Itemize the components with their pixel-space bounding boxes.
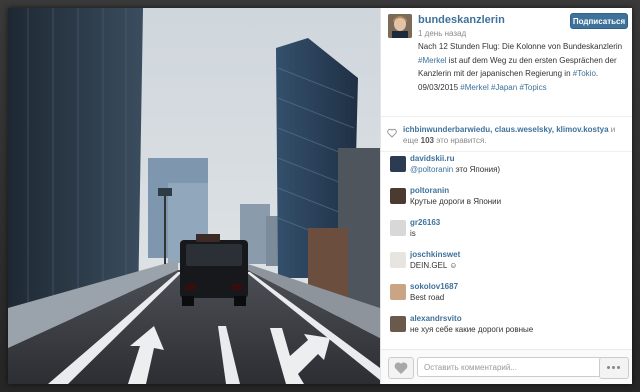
comment-body: не хуя себе какие дороги ровные bbox=[410, 325, 534, 334]
comment-body: DEIN.GEL ☺ bbox=[410, 261, 458, 270]
likes-section: ichbinwunderbarwiedu, claus.weselsky, kl… bbox=[381, 116, 632, 152]
like-button[interactable] bbox=[388, 357, 414, 379]
comment-item: gr26163 is bbox=[381, 217, 632, 251]
ellipsis-icon bbox=[607, 366, 610, 369]
commenter-avatar[interactable] bbox=[390, 252, 406, 268]
hashtag-link[interactable]: #Merkel bbox=[418, 56, 446, 65]
more-options-button[interactable] bbox=[599, 357, 629, 379]
comment-text: Крутые дороги в Японии bbox=[410, 197, 501, 206]
comment-item: sokolov1687 Best road bbox=[381, 281, 632, 315]
follow-button[interactable]: Подписаться bbox=[570, 13, 628, 29]
post-photo bbox=[8, 8, 380, 384]
commenter-avatar[interactable] bbox=[390, 156, 406, 172]
comment-body: is bbox=[410, 229, 416, 238]
comment-body: это Япония) bbox=[453, 165, 501, 174]
post-header: bundeskanzlerin 1 день назад Подписаться… bbox=[381, 8, 632, 112]
commenter-avatar[interactable] bbox=[390, 316, 406, 332]
post-details-panel: bundeskanzlerin 1 день назад Подписаться… bbox=[380, 8, 632, 384]
comment-item: joschkinswet DEIN.GEL ☺ bbox=[381, 249, 632, 283]
commenter-username[interactable]: alexandrsvito bbox=[410, 314, 462, 323]
author-avatar-image bbox=[388, 14, 412, 38]
commenter-username[interactable]: davidskii.ru bbox=[410, 154, 454, 163]
comment-item: alexandrsvito не хуя себе какие дороги ро… bbox=[381, 313, 632, 347]
commenter-avatar[interactable] bbox=[390, 188, 406, 204]
comment-text: is bbox=[410, 229, 416, 238]
hashtag-link[interactable]: #Merkel bbox=[460, 83, 488, 92]
comment-text: не хуя себе какие дороги ровные bbox=[410, 325, 533, 334]
hashtag-link[interactable]: #Japan bbox=[491, 83, 517, 92]
commenter-avatar[interactable] bbox=[390, 220, 406, 236]
likes-count[interactable]: 103 bbox=[421, 136, 434, 145]
post-modal: bundeskanzlerin 1 день назад Подписаться… bbox=[8, 8, 632, 384]
ellipsis-icon bbox=[617, 366, 620, 369]
commenter-username[interactable]: joschkinswet bbox=[410, 250, 460, 259]
comment-body: Крутые дороги в Японии bbox=[410, 197, 502, 206]
post-footer bbox=[381, 349, 632, 384]
comment-text: DEIN.GEL ☺ bbox=[410, 261, 457, 270]
author-avatar[interactable] bbox=[388, 14, 412, 38]
likes-prefix: и bbox=[608, 125, 616, 134]
comment-text: Best road bbox=[410, 293, 444, 302]
comment-text: @poltoranin это Япония) bbox=[410, 165, 500, 174]
likes-text: ichbinwunderbarwiedu, claus.weselsky, kl… bbox=[403, 124, 629, 146]
likes-suffix: это нравится. bbox=[433, 136, 487, 145]
likes-users[interactable]: ichbinwunderbarwiedu, claus.weselsky, kl… bbox=[403, 125, 609, 134]
comment-item: davidskii.ru @poltoranin это Япония) bbox=[381, 153, 632, 187]
likes-more: еще bbox=[403, 136, 421, 145]
caption-text: Nach 12 Stunden Flug: Die Kolonne von Bu… bbox=[418, 42, 623, 51]
comment-mention-link[interactable]: @poltoranin bbox=[410, 165, 453, 174]
hashtag-link[interactable]: #Tokio bbox=[573, 69, 596, 78]
commenter-username[interactable]: poltoranin bbox=[410, 186, 449, 195]
comment-input[interactable] bbox=[417, 357, 603, 377]
hashtag-link[interactable]: #Topics bbox=[519, 83, 546, 92]
commenter-username[interactable]: sokolov1687 bbox=[410, 282, 458, 291]
street-photo-image bbox=[8, 8, 380, 384]
commenter-username[interactable]: gr26163 bbox=[410, 218, 440, 227]
comments-list: davidskii.ru @poltoranin это Япония) polto… bbox=[381, 152, 632, 346]
comment-item: poltoranin Крутые дороги в Японии bbox=[381, 185, 632, 219]
commenter-avatar[interactable] bbox=[390, 284, 406, 300]
ellipsis-icon bbox=[612, 366, 615, 369]
heart-icon bbox=[394, 362, 408, 374]
comment-body: Best road bbox=[410, 293, 445, 302]
post-caption: Nach 12 Stunden Flug: Die Kolonne von Bu… bbox=[418, 40, 626, 94]
author-username[interactable]: bundeskanzlerin bbox=[418, 14, 505, 26]
heart-icon bbox=[387, 125, 397, 138]
post-timestamp[interactable]: 1 день назад bbox=[418, 29, 466, 38]
